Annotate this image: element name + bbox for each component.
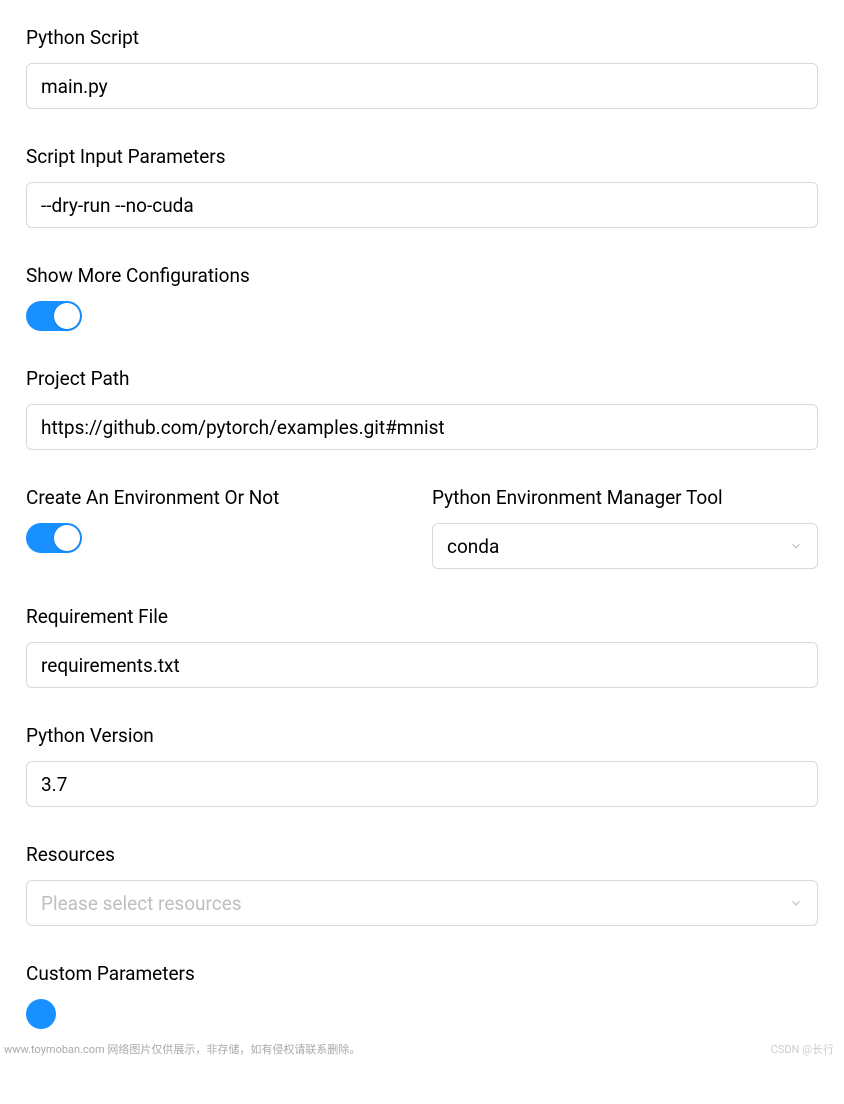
requirement-file-group: Requirement File xyxy=(26,605,818,688)
toggle-knob xyxy=(54,303,80,329)
python-script-group: Python Script xyxy=(26,26,818,109)
requirement-file-input[interactable] xyxy=(26,642,818,688)
resources-select[interactable]: Please select resources xyxy=(26,880,818,926)
toggle-knob xyxy=(54,525,80,551)
show-more-configurations-toggle[interactable] xyxy=(26,301,82,331)
create-environment-label: Create An Environment Or Not xyxy=(26,486,412,509)
resources-group: Resources Please select resources xyxy=(26,843,818,926)
project-path-label: Project Path xyxy=(26,367,818,390)
python-env-manager-label: Python Environment Manager Tool xyxy=(432,486,818,509)
python-script-input[interactable] xyxy=(26,63,818,109)
custom-parameters-toggle[interactable] xyxy=(26,999,56,1029)
python-env-manager-group: Python Environment Manager Tool conda xyxy=(432,486,818,569)
env-row: Create An Environment Or Not Python Envi… xyxy=(26,486,818,569)
python-env-manager-select[interactable]: conda xyxy=(432,523,818,569)
create-environment-group: Create An Environment Or Not xyxy=(26,486,412,569)
python-version-group: Python Version xyxy=(26,724,818,807)
script-input-parameters-label: Script Input Parameters xyxy=(26,145,818,168)
script-input-parameters-input[interactable] xyxy=(26,182,818,228)
show-more-configurations-group: Show More Configurations xyxy=(26,264,818,331)
project-path-group: Project Path xyxy=(26,367,818,450)
resources-label: Resources xyxy=(26,843,818,866)
resources-placeholder: Please select resources xyxy=(41,892,242,915)
chevron-down-icon xyxy=(789,896,803,910)
custom-parameters-label: Custom Parameters xyxy=(26,962,818,985)
python-env-manager-value: conda xyxy=(447,535,499,558)
show-more-configurations-label: Show More Configurations xyxy=(26,264,818,287)
requirement-file-label: Requirement File xyxy=(26,605,818,628)
python-script-label: Python Script xyxy=(26,26,818,49)
project-path-input[interactable] xyxy=(26,404,818,450)
custom-parameters-group: Custom Parameters xyxy=(26,962,818,1029)
script-input-parameters-group: Script Input Parameters xyxy=(26,145,818,228)
python-version-label: Python Version xyxy=(26,724,818,747)
watermark-right: CSDN @长行 xyxy=(771,1041,834,1057)
create-environment-toggle[interactable] xyxy=(26,523,82,553)
watermark-left: www.toymoban.com 网络图片仅供展示，非存储，如有侵权请联系删除。 xyxy=(4,1041,360,1057)
chevron-down-icon xyxy=(789,539,803,553)
python-version-input[interactable] xyxy=(26,761,818,807)
